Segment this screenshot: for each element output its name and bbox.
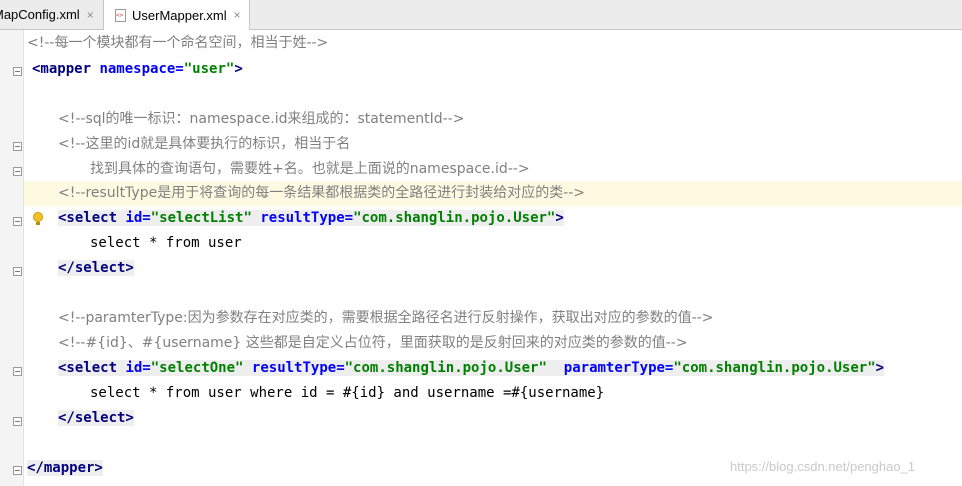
code-editor[interactable]: <!--每一个模块都有一个命名空间，相当于姓--> <mapper namesp…	[0, 30, 962, 486]
watermark: https://blog.csdn.net/penghao_1	[730, 459, 916, 474]
xml-file-icon	[115, 8, 126, 22]
code-line: <!--sql的唯一标识：namespace.id来组成的：statementI…	[24, 107, 962, 132]
xml-attribute: resultType=	[260, 210, 354, 226]
tag-highlight: <select id="selectOne" resultType="com.s…	[58, 360, 885, 376]
code-line-current: <!--resultType是用于将查询的每一条结果都根据类的全路径进行封装给对…	[24, 181, 962, 206]
xml-tag: >	[555, 210, 564, 226]
code-line: <select id="selectOne" resultType="com.s…	[24, 356, 962, 381]
xml-attribute: namespace=	[99, 61, 184, 77]
sql-text: select * from user	[90, 235, 242, 251]
xml-comment: <!--resultType是用于将查询的每一条结果都根据类的全路径进行封装给对…	[58, 185, 586, 201]
fold-marker-icon[interactable]	[13, 466, 22, 475]
editor-tab-bar: MapConfig.xml × UserMapper.xml ×	[0, 0, 962, 30]
close-icon[interactable]: ×	[234, 8, 241, 22]
xml-tag: >	[234, 61, 243, 77]
editor-gutter	[0, 30, 24, 486]
xml-comment: <!--paramterType:因为参数存在对应类的，需要根据全路径名进行反射…	[58, 310, 714, 326]
tab-label: UserMapper.xml	[132, 7, 227, 23]
xml-tag: >	[875, 360, 885, 376]
fold-marker-icon[interactable]	[13, 267, 22, 276]
code-line: <mapper namespace="user">	[24, 57, 962, 82]
fold-marker-icon[interactable]	[13, 367, 22, 376]
code-line: <!--paramterType:因为参数存在对应类的，需要根据全路径名进行反射…	[24, 306, 962, 331]
xml-attribute: paramterType=	[563, 360, 674, 376]
fold-marker-icon[interactable]	[13, 167, 22, 176]
xml-comment: <!--sql的唯一标识：namespace.id来组成的：statementI…	[58, 111, 465, 127]
tab-usermapper[interactable]: UserMapper.xml ×	[104, 0, 250, 30]
code-line: </select>	[24, 406, 962, 431]
xml-tag: <select	[58, 210, 118, 226]
tab-mapconfig[interactable]: MapConfig.xml ×	[0, 0, 104, 29]
xml-tag: <select	[58, 360, 118, 376]
fold-marker-icon[interactable]	[13, 417, 22, 426]
xml-tag: <mapper	[32, 61, 92, 77]
code-line: select * from user	[24, 231, 962, 256]
xml-comment: <!--这里的id就是具体要执行的标识，相当于名	[58, 136, 351, 152]
xml-tag: </select>	[58, 260, 134, 276]
xml-attribute: id=	[125, 360, 151, 376]
tab-label: MapConfig.xml	[0, 7, 80, 22]
fold-marker-icon[interactable]	[13, 217, 22, 226]
code-line: 找到具体的查询语句，需要姓+名。也就是上面说的namespace.id-->	[24, 157, 962, 182]
xml-value: "selectOne"	[150, 360, 244, 376]
code-line: select * from user where id = #{id} and …	[24, 381, 962, 406]
sql-text: select * from user where id = #{id} and …	[90, 385, 605, 401]
xml-tag: </mapper>	[27, 460, 103, 476]
xml-value: "com.shanglin.pojo.User"	[673, 360, 876, 376]
xml-value: "user"	[183, 61, 235, 77]
code-line: <!--每一个模块都有一个命名空间，相当于姓-->	[24, 31, 962, 56]
xml-value: "com.shanglin.pojo.User"	[344, 360, 547, 376]
code-line: <!--这里的id就是具体要执行的标识，相当于名	[24, 132, 962, 157]
fold-marker-icon[interactable]	[13, 142, 22, 151]
xml-comment: <!--#{id}、#{username} 这些都是自定义占位符，里面获取的是反…	[58, 335, 688, 351]
xml-attribute: resultType=	[251, 360, 345, 376]
xml-comment: 找到具体的查询语句，需要姓+名。也就是上面说的namespace.id-->	[90, 161, 530, 177]
xml-value: "com.shanglin.pojo.User"	[353, 210, 556, 226]
xml-attribute: id=	[125, 210, 151, 226]
xml-value: "selectList"	[150, 210, 252, 226]
fold-marker-icon[interactable]	[13, 67, 22, 76]
close-icon[interactable]: ×	[87, 8, 94, 22]
xml-tag: </select>	[58, 410, 134, 426]
tag-highlight: <select id="selectList" resultType="com.…	[58, 210, 564, 226]
code-line: <!--#{id}、#{username} 这些都是自定义占位符，里面获取的是反…	[24, 331, 962, 356]
code-line: <select id="selectList" resultType="com.…	[24, 206, 962, 231]
code-line: </select>	[24, 256, 962, 281]
xml-comment: <!--每一个模块都有一个命名空间，相当于姓-->	[27, 35, 329, 51]
